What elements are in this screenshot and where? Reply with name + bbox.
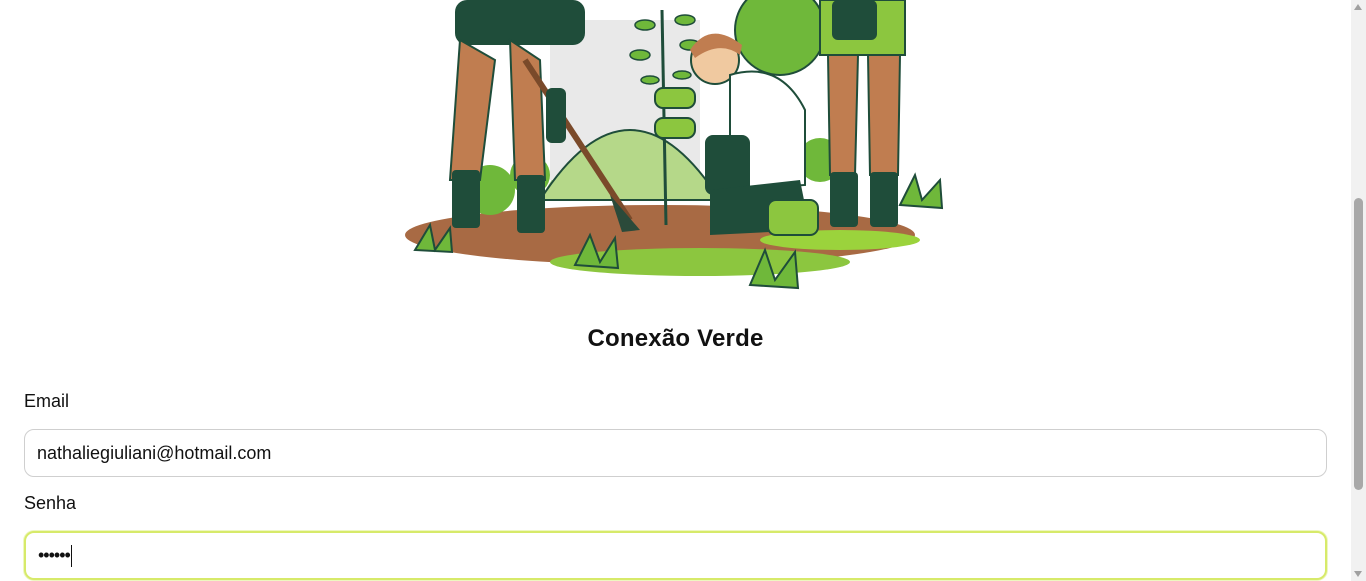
email-label: Email (24, 391, 70, 411)
scroll-down-arrow-icon[interactable] (1354, 571, 1362, 577)
password-mask: •••••• (38, 545, 71, 565)
email-field[interactable]: nathaliegiuliani@hotmail.com (24, 429, 1327, 477)
tree-planting-illustration (405, 0, 944, 290)
login-page: Conexão Verde Email nathaliegiuliani@hot… (0, 0, 1351, 581)
page-scrollbar[interactable] (1351, 0, 1366, 581)
email-value: nathaliegiuliani@hotmail.com (37, 443, 272, 463)
text-caret (70, 545, 72, 568)
password-label: Senha (24, 493, 77, 513)
password-field[interactable]: •••••• (24, 531, 1327, 580)
scroll-up-arrow-icon[interactable] (1354, 4, 1362, 10)
scroll-thumb[interactable] (1354, 198, 1363, 490)
app-title: Conexão Verde (587, 325, 764, 352)
